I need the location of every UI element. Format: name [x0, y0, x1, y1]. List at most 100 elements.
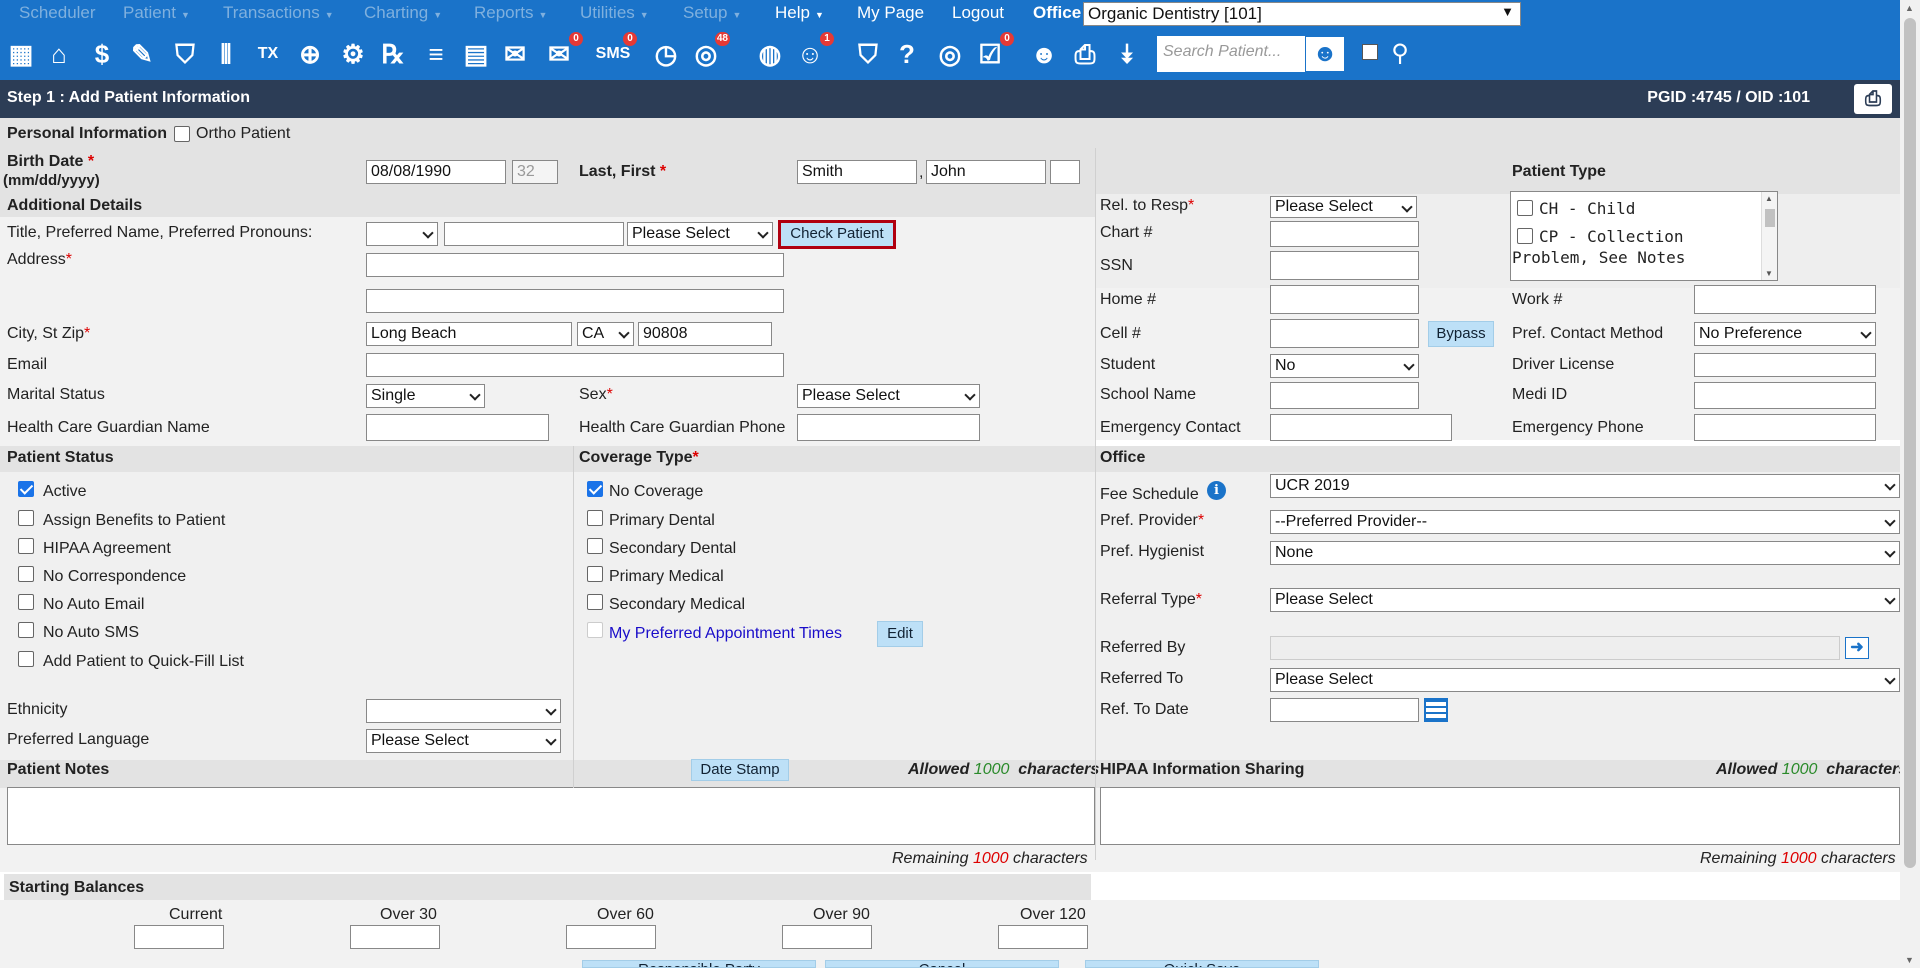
search-option-checkbox[interactable] [1362, 44, 1378, 60]
scroll-thumb[interactable] [1765, 209, 1775, 227]
home-phone-input[interactable] [1270, 285, 1419, 314]
preferred-appt-link[interactable]: My Preferred Appointment Times [609, 625, 842, 643]
medi-id-input[interactable] [1694, 382, 1876, 409]
menu-utilities[interactable]: Utilities ▼ [580, 3, 649, 23]
city-input[interactable]: Long Beach [366, 322, 572, 346]
pronoun-select[interactable]: Please Select [627, 222, 773, 246]
menu-reports[interactable]: Reports ▼ [474, 3, 547, 23]
referred-by-input[interactable] [1270, 636, 1840, 660]
scroll-up-icon[interactable]: ▲ [1765, 194, 1773, 203]
office-select[interactable]: Organic Dentistry [101] ▼ [1083, 2, 1521, 26]
patient-status-checkbox[interactable] [18, 594, 34, 610]
scroll-up-icon[interactable]: ▲ [1905, 3, 1914, 13]
emergency-phone-input[interactable] [1694, 414, 1876, 441]
network-icon[interactable]: ◎ [932, 36, 968, 72]
globe-icon[interactable]: ◍ [752, 36, 788, 72]
referred-to-select[interactable]: Please Select [1270, 668, 1900, 692]
page-scrollbar[interactable]: ▲ ▼ [1900, 0, 1920, 968]
responsible-party-button[interactable]: Responsible Party [582, 960, 816, 968]
patient-type-checkbox[interactable] [1517, 200, 1533, 216]
birth-date-input[interactable]: 08/08/1990 [366, 160, 506, 184]
tooth-icon[interactable]: ⛉ [167, 36, 203, 72]
zip-input[interactable]: 90808 [638, 322, 772, 346]
group-icon[interactable]: ☻ [1026, 36, 1062, 72]
ssn-input[interactable] [1270, 251, 1419, 280]
sms-icon[interactable]: SMS 0 [595, 32, 637, 72]
treatment-tx-icon[interactable]: TX [250, 36, 286, 72]
driver-license-input[interactable] [1694, 353, 1876, 377]
implant-icon[interactable]: ⫴ [208, 36, 244, 72]
scroll-thumb[interactable] [1904, 18, 1916, 868]
edit-appt-button[interactable]: Edit [877, 621, 923, 647]
guardian-name-input[interactable] [366, 414, 549, 441]
help-tooth-icon[interactable]: ? [889, 36, 925, 72]
patient-notes-textarea[interactable] [7, 787, 1095, 845]
dental-icon[interactable]: ⛉ [850, 36, 886, 72]
preferred-appt-checkbox[interactable] [587, 622, 603, 638]
patient-type-item[interactable]: CH - Child [1517, 198, 1757, 219]
web-icon[interactable]: ◎ 48 [688, 32, 730, 72]
dollar-icon[interactable]: $ [84, 36, 120, 72]
menu-my-page[interactable]: My Page [857, 3, 924, 23]
patient-type-list[interactable]: CH - Child CP - Collection Problem, See … [1510, 191, 1778, 281]
prescription-icon[interactable]: ℞ [375, 36, 411, 72]
calendar-icon[interactable] [1424, 698, 1448, 722]
hipaa-sharing-textarea[interactable] [1100, 787, 1900, 845]
pref-hygienist-select[interactable]: None [1270, 541, 1900, 565]
ethnicity-select[interactable] [366, 699, 561, 723]
balance-over90-input[interactable] [782, 925, 872, 949]
patient-status-checkbox[interactable] [18, 510, 34, 526]
preferred-language-select[interactable]: Please Select [366, 729, 561, 753]
patient-type-scrollbar[interactable]: ▲ ▼ [1761, 192, 1777, 280]
balance-over60-input[interactable] [566, 925, 656, 949]
document-icon[interactable]: ▤ [458, 36, 494, 72]
email-input[interactable] [366, 353, 784, 377]
cell-phone-input[interactable] [1270, 319, 1419, 348]
bypass-button[interactable]: Bypass [1428, 321, 1494, 347]
mail-icon[interactable]: ✉ [497, 36, 533, 72]
patient-status-checkbox[interactable] [18, 651, 34, 667]
student-select[interactable]: No [1270, 354, 1419, 378]
info-icon[interactable]: i [1207, 481, 1226, 500]
coverage-type-checkbox[interactable] [587, 594, 603, 610]
balance-over120-input[interactable] [998, 925, 1088, 949]
coverage-type-checkbox[interactable] [587, 566, 603, 582]
printer-icon[interactable]: ⎙ [1067, 36, 1103, 72]
alert-user-icon[interactable]: ☺ 1 [792, 32, 834, 72]
calendar-icon[interactable]: ▦ [3, 36, 39, 72]
patient-settings-icon[interactable]: ⚙ [335, 36, 371, 72]
work-phone-input[interactable] [1694, 285, 1876, 314]
clock-icon[interactable]: ◷ [648, 36, 684, 72]
sex-select[interactable]: Please Select [797, 384, 980, 408]
title-select[interactable] [366, 222, 438, 246]
address-line1-input[interactable] [366, 253, 784, 277]
date-stamp-button[interactable]: Date Stamp [691, 759, 789, 781]
menu-scheduler[interactable]: Scheduler [19, 3, 96, 23]
checklist-icon[interactable]: ☑ 0 [972, 32, 1014, 72]
school-name-input[interactable] [1270, 382, 1419, 409]
first-name-input[interactable]: John [926, 160, 1046, 184]
arrow-right-icon[interactable]: ➜ [1845, 637, 1869, 659]
coverage-type-checkbox[interactable] [587, 481, 603, 497]
check-patient-button[interactable]: Check Patient [778, 220, 896, 249]
search-patient-input[interactable]: Search Patient... [1157, 36, 1305, 72]
scroll-down-icon[interactable]: ▼ [1905, 955, 1914, 965]
menu-charting[interactable]: Charting ▼ [364, 3, 442, 23]
home-icon[interactable]: ⌂ [41, 36, 77, 72]
chart-number-input[interactable] [1270, 221, 1419, 247]
cancel-button[interactable]: Cancel [825, 960, 1059, 968]
advanced-search-icon[interactable]: ⚲ [1382, 36, 1418, 72]
quick-save-button[interactable]: Quick Save [1085, 960, 1319, 968]
guardian-phone-input[interactable] [797, 414, 980, 441]
balance-current-input[interactable] [134, 925, 224, 949]
contact-method-select[interactable]: No Preference [1694, 322, 1876, 346]
preferred-name-input[interactable] [444, 222, 624, 246]
message-icon[interactable]: ✉ 0 [541, 32, 583, 72]
balance-over30-input[interactable] [350, 925, 440, 949]
last-name-input[interactable]: Smith [797, 160, 917, 184]
printer-icon[interactable]: ⎙ [1854, 84, 1892, 114]
ortho-checkbox[interactable] [174, 126, 190, 142]
chevrons-down-icon[interactable]: ⯯ [1109, 36, 1145, 72]
rel-resp-select[interactable]: Please Select [1270, 196, 1417, 218]
state-select[interactable]: CA [577, 322, 634, 346]
